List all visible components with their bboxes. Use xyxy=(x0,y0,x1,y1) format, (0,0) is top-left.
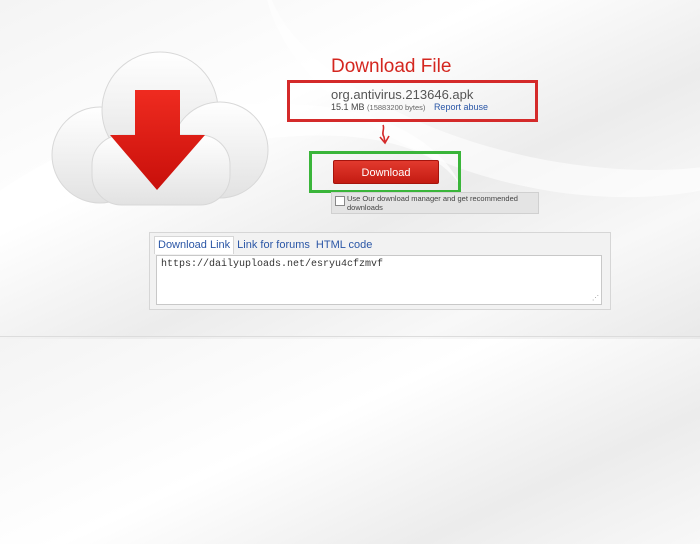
file-meta: 15.1 MB (15883200 bytes) Report abuse xyxy=(331,102,488,112)
download-manager-checkbox[interactable] xyxy=(335,196,345,206)
file-bytes: (15883200 bytes) xyxy=(367,103,426,112)
tab-link-for-forums[interactable]: Link for forums xyxy=(234,237,313,254)
link-panel: Download Link Link for forums HTML code ht… xyxy=(149,232,611,310)
file-name: org.antivirus.213646.apk xyxy=(331,87,474,102)
link-textarea[interactable]: https://dailyuploads.net/esryu4cfzmvf ⋰ xyxy=(156,255,602,305)
page-title: Download File xyxy=(331,56,452,77)
cloud-download-icon xyxy=(51,51,269,206)
download-manager-option: Use Our download manager and get recomme… xyxy=(331,192,539,214)
download-button[interactable]: Download xyxy=(333,160,439,184)
download-manager-label: Use Our download manager and get recomme… xyxy=(347,194,518,212)
link-tabs: Download Link Link for forums HTML code xyxy=(154,235,375,254)
footer-divider xyxy=(0,336,700,337)
resize-grip-icon[interactable]: ⋰ xyxy=(592,294,599,303)
file-size: 15.1 MB xyxy=(331,102,365,112)
link-value: https://dailyuploads.net/esryu4cfzmvf xyxy=(161,259,384,270)
hand-drawn-arrow-icon xyxy=(379,124,390,145)
tab-html-code[interactable]: HTML code xyxy=(313,237,375,254)
tab-download-link[interactable]: Download Link xyxy=(154,236,235,254)
report-abuse-link[interactable]: Report abuse xyxy=(434,102,488,112)
